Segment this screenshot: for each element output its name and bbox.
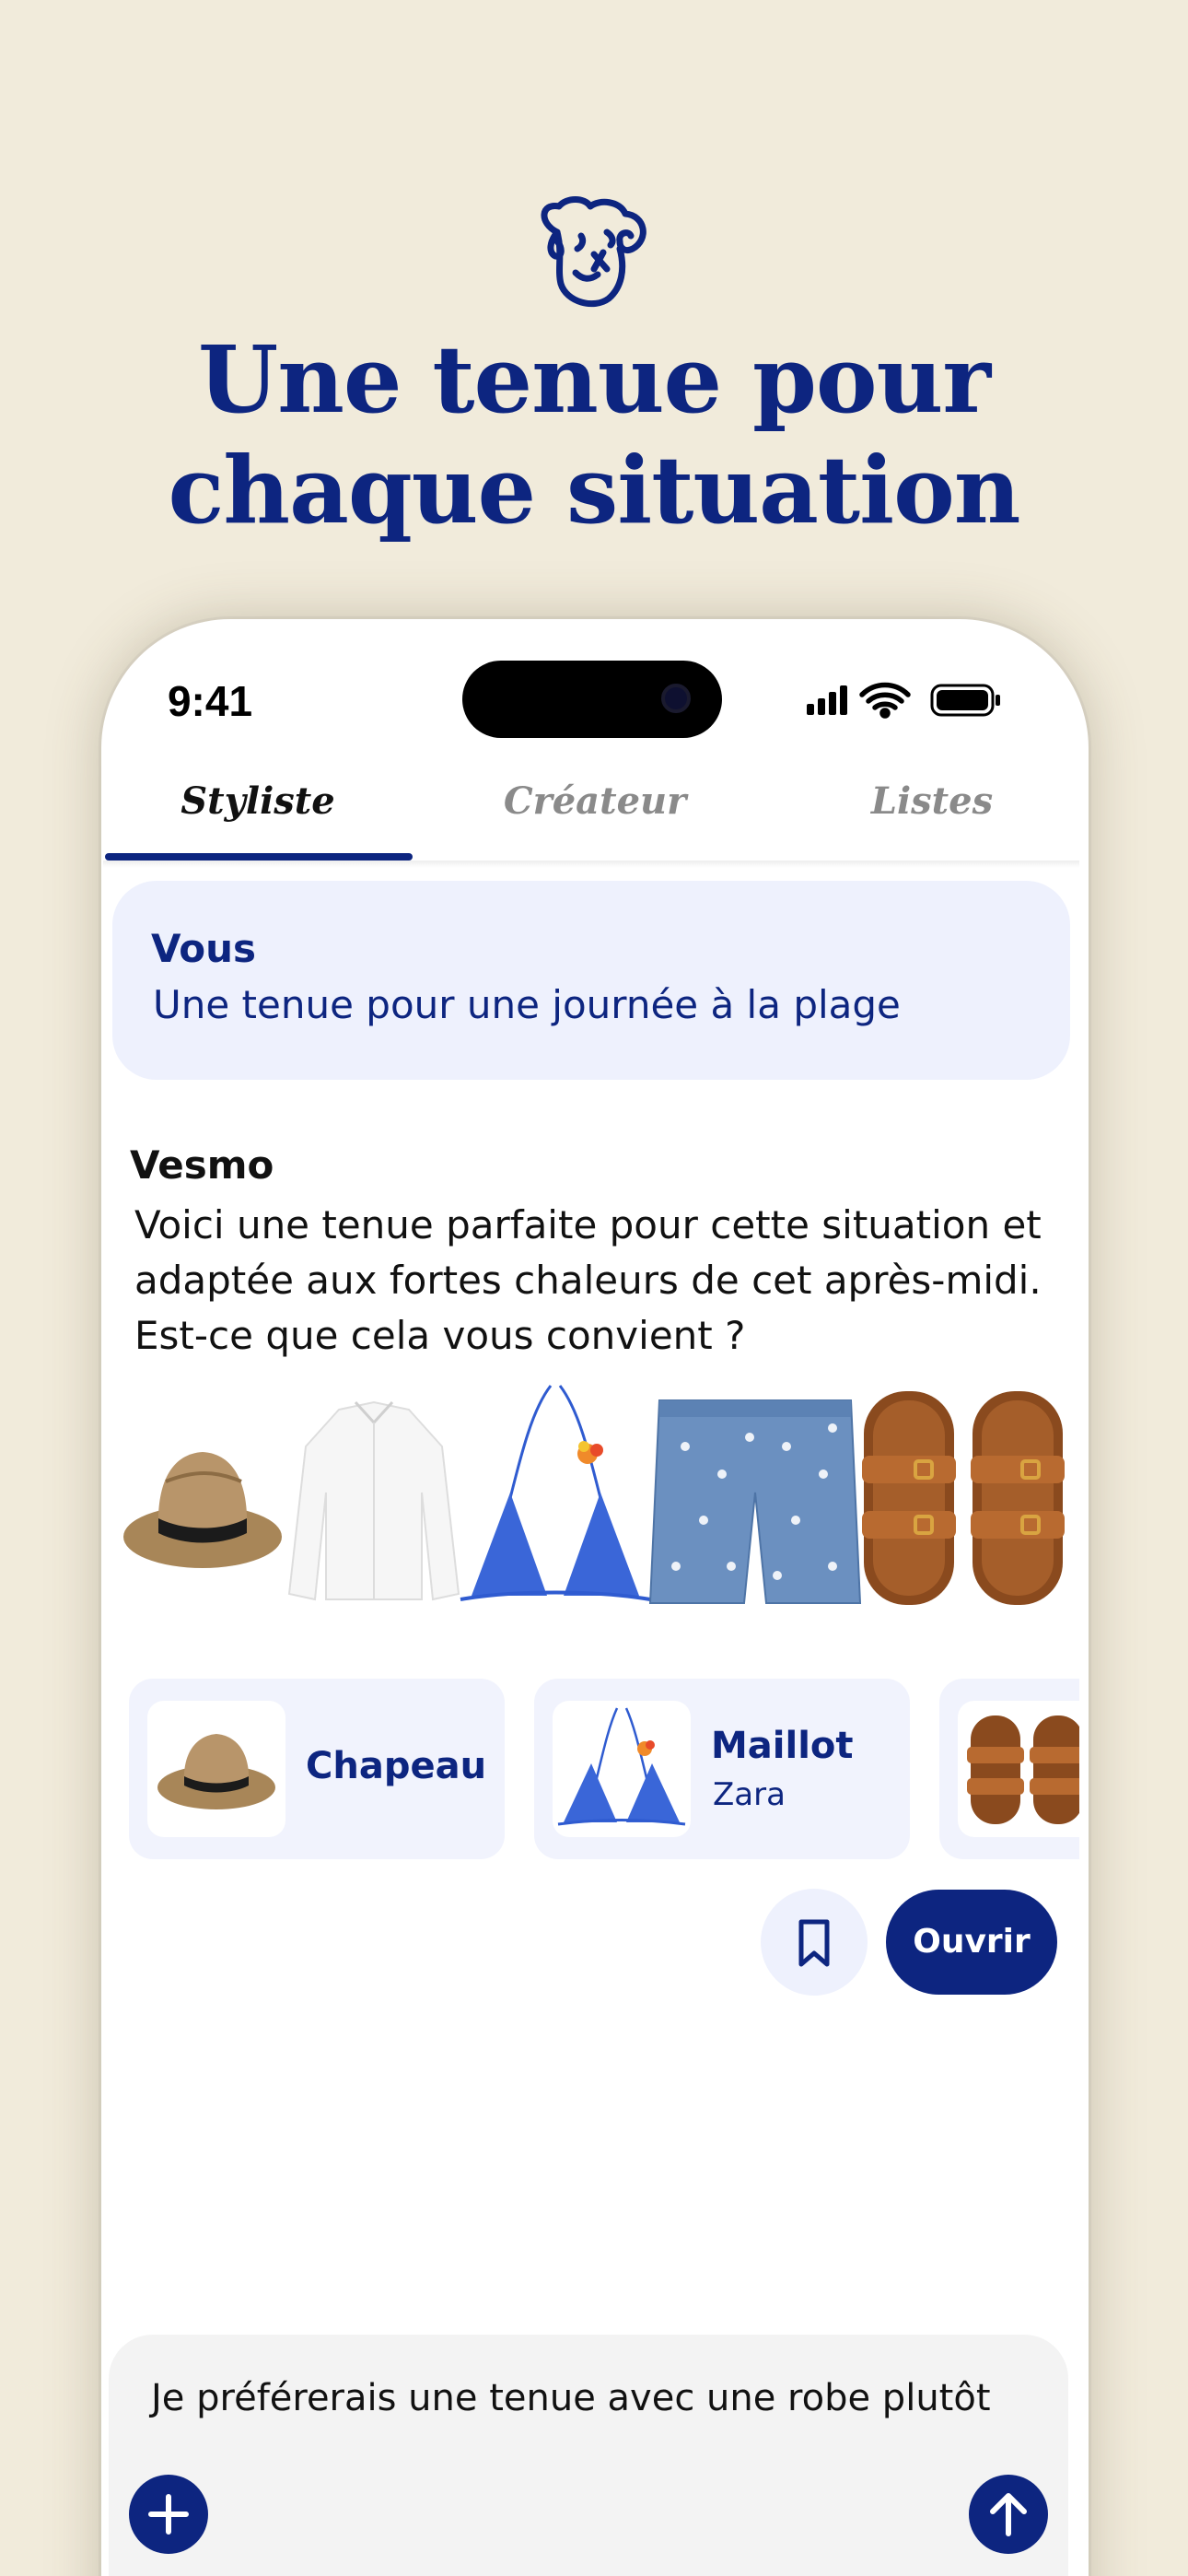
assistant-message: Voici une tenue parfaite pour cette situ… <box>134 1202 1042 1358</box>
tab-styliste[interactable]: Styliste <box>103 765 413 857</box>
active-tab-indicator <box>105 853 413 861</box>
user-name: Vous <box>151 926 256 971</box>
plus-icon <box>148 2494 189 2535</box>
product-brand: Zara <box>713 1776 786 1813</box>
headline: Une tenue pour chaque situation <box>0 324 1188 545</box>
signal-icon <box>807 685 847 715</box>
bookmark-button[interactable] <box>761 1889 868 1996</box>
product-title: Maillot <box>711 1725 854 1767</box>
vesmo-logo-icon <box>541 196 646 308</box>
send-button[interactable] <box>969 2475 1048 2554</box>
tab-createur[interactable]: Créateur <box>440 765 750 857</box>
denim-shorts-image <box>648 1399 862 1604</box>
sandals-thumb-icon <box>967 1715 1079 1824</box>
open-button[interactable]: Ouvrir <box>886 1890 1057 1995</box>
message-composer[interactable] <box>109 2335 1068 2576</box>
product-card-maillot[interactable]: Maillot Zara <box>534 1679 910 1859</box>
hat-image <box>123 1452 282 1568</box>
product-thumb <box>958 1701 1079 1837</box>
hat-thumb-icon <box>157 1734 275 1809</box>
product-card-sandales[interactable] <box>939 1679 1079 1859</box>
user-message-bubble <box>112 881 1070 1080</box>
status-icons <box>807 682 1000 719</box>
product-thumb <box>147 1701 285 1837</box>
camera-icon <box>661 684 691 713</box>
headline-line-2: chaque situation <box>168 436 1020 544</box>
battery-icon <box>930 684 1000 717</box>
bikini-thumb-icon <box>557 1707 686 1826</box>
headline-line-1: Une tenue pour <box>197 325 991 434</box>
product-thumb <box>553 1701 691 1837</box>
bikini-image <box>460 1385 651 1601</box>
product-cards-carousel[interactable]: Chapeau Maillot Zara <box>103 1677 1079 1861</box>
tab-listes[interactable]: Listes <box>777 765 1087 857</box>
product-card-chapeau[interactable]: Chapeau <box>129 1679 505 1859</box>
bookmark-icon <box>798 1919 830 1967</box>
sandals-image <box>862 1391 1065 1605</box>
assistant-name: Vesmo <box>130 1142 274 1188</box>
tabs-divider <box>103 861 1079 868</box>
user-message: Une tenue pour une journée à la plage <box>153 982 901 1027</box>
status-time: 9:41 <box>167 677 253 725</box>
arrow-up-icon <box>990 2493 1027 2536</box>
wifi-icon <box>859 682 911 719</box>
product-title: Chapeau <box>306 1745 487 1787</box>
white-shirt-image <box>287 1400 460 1601</box>
composer-input[interactable]: Je préférerais une tenue avec une robe p… <box>151 2377 991 2419</box>
add-attachment-button[interactable] <box>129 2475 208 2554</box>
tab-bar: Styliste Créateur Listes <box>103 765 1079 868</box>
